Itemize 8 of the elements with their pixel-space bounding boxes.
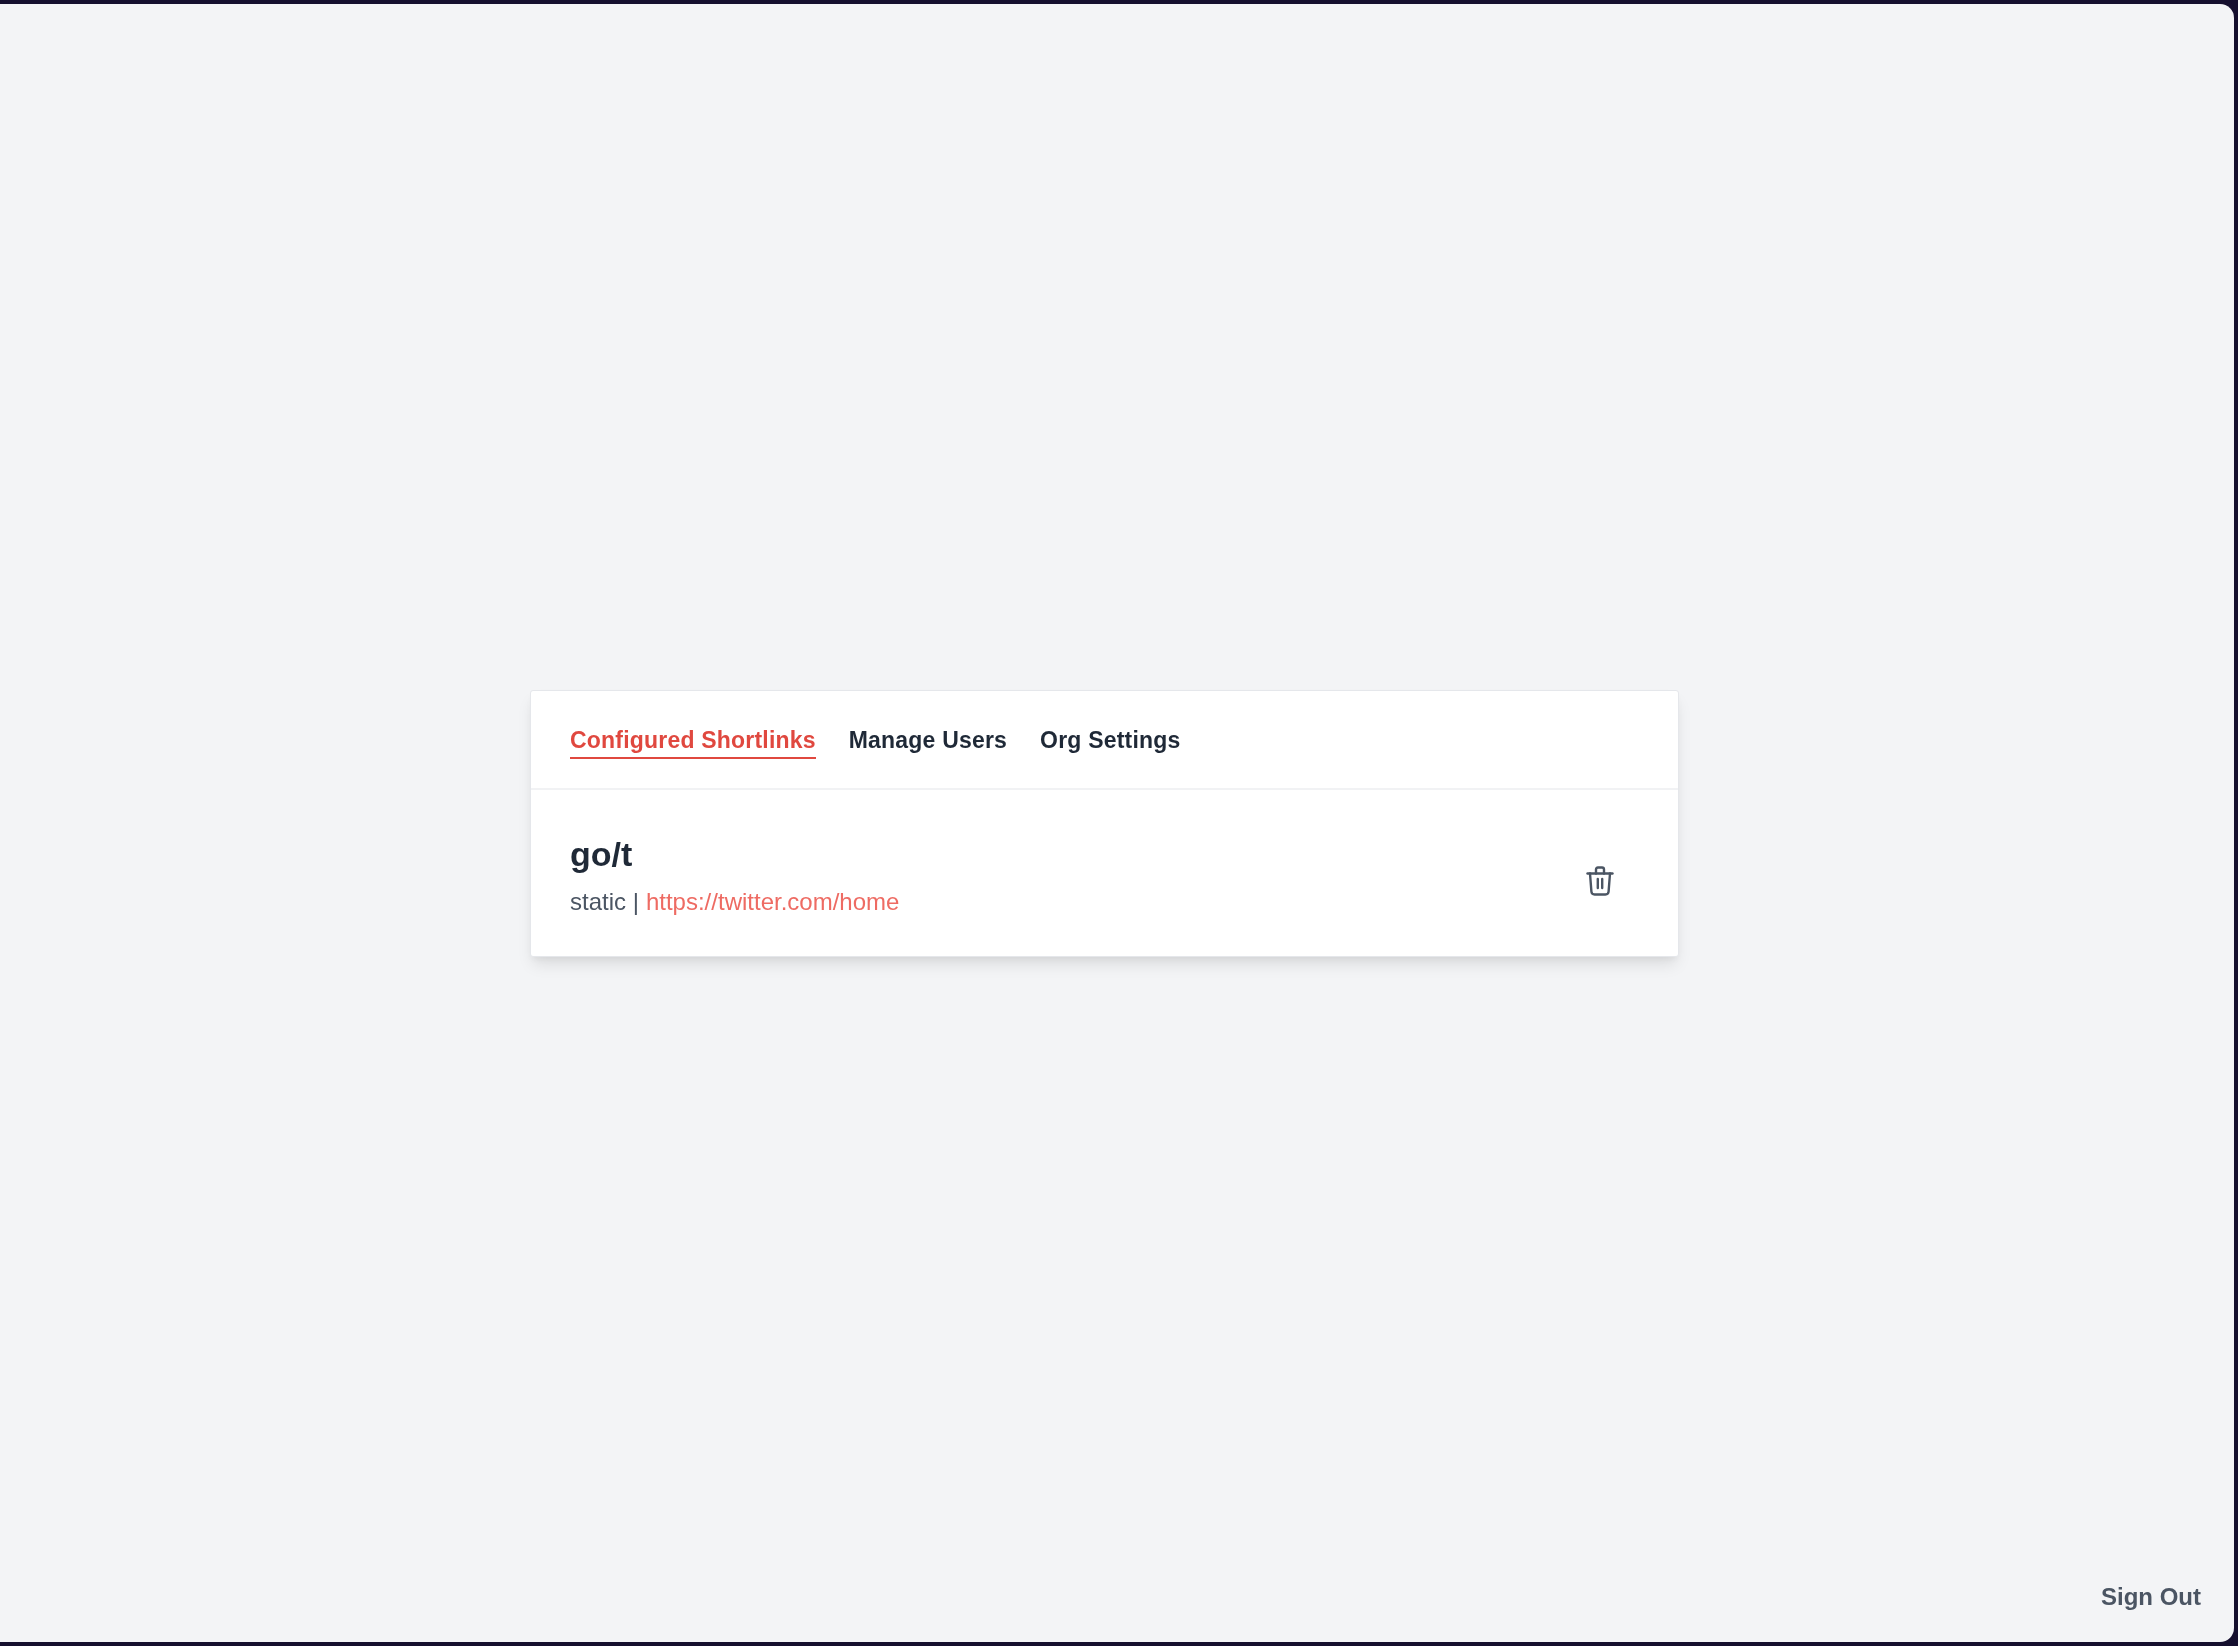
tab[interactable]: Configured Shortlinks: [570, 725, 816, 759]
tab[interactable]: Manage Users: [848, 725, 1008, 759]
delete-button[interactable]: [1586, 865, 1614, 896]
tab[interactable]: Org Settings: [1040, 725, 1181, 759]
shortlink-name: go/t: [570, 833, 634, 875]
sign-out-button[interactable]: Sign Out: [2101, 1583, 2201, 1611]
trash-icon: [1586, 865, 1614, 896]
shortlink-type: static |: [570, 886, 639, 917]
